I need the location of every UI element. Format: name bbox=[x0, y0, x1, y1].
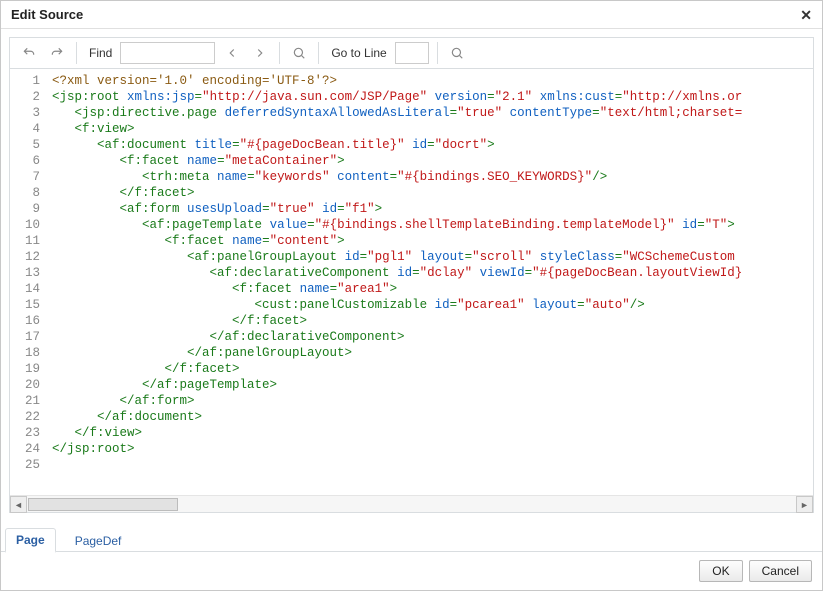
code-line[interactable]: </af:declarativeComponent> bbox=[52, 329, 813, 345]
code-line[interactable]: </af:document> bbox=[52, 409, 813, 425]
code-line[interactable]: <f:view> bbox=[52, 121, 813, 137]
line-number: 20 bbox=[10, 377, 40, 393]
find-prev-icon[interactable] bbox=[221, 42, 243, 64]
find-input[interactable] bbox=[120, 42, 215, 64]
dialog-title: Edit Source bbox=[11, 7, 800, 22]
line-number: 18 bbox=[10, 345, 40, 361]
line-number: 10 bbox=[10, 217, 40, 233]
line-number: 7 bbox=[10, 169, 40, 185]
edit-source-dialog: Edit Source ✕ Find Go to Lin bbox=[0, 0, 823, 591]
cancel-button[interactable]: Cancel bbox=[749, 560, 812, 582]
code-line[interactable]: <jsp:root xmlns:jsp="http://java.sun.com… bbox=[52, 89, 813, 105]
code-line[interactable] bbox=[52, 457, 813, 473]
line-number: 1 bbox=[10, 73, 40, 89]
code-line[interactable]: <af:form usesUpload="true" id="f1"> bbox=[52, 201, 813, 217]
line-number: 17 bbox=[10, 329, 40, 345]
horizontal-scrollbar[interactable]: ◄ ► bbox=[10, 495, 813, 512]
code-line[interactable]: <cust:panelCustomizable id="pcarea1" lay… bbox=[52, 297, 813, 313]
line-number: 13 bbox=[10, 265, 40, 281]
line-number: 4 bbox=[10, 121, 40, 137]
find-label: Find bbox=[89, 46, 112, 60]
line-number: 11 bbox=[10, 233, 40, 249]
code-line[interactable]: <af:declarativeComponent id="dclay" view… bbox=[52, 265, 813, 281]
separator bbox=[279, 42, 280, 64]
editor-panel: Find Go to Line 123456789101112131415161… bbox=[9, 37, 814, 513]
tab-pagedef[interactable]: PageDef bbox=[64, 529, 133, 552]
tab-bar: Page PageDef bbox=[1, 521, 822, 552]
goto-label: Go to Line bbox=[331, 46, 386, 60]
code-line[interactable]: <af:pageTemplate value="#{bindings.shell… bbox=[52, 217, 813, 233]
goto-line-input[interactable] bbox=[395, 42, 429, 64]
dialog-footer: OK Cancel bbox=[1, 552, 822, 590]
line-number: 24 bbox=[10, 441, 40, 457]
line-number: 2 bbox=[10, 89, 40, 105]
separator bbox=[437, 42, 438, 64]
scroll-left-icon[interactable]: ◄ bbox=[10, 496, 27, 513]
code-editor[interactable]: 1234567891011121314151617181920212223242… bbox=[10, 69, 813, 495]
line-number: 19 bbox=[10, 361, 40, 377]
code-line[interactable]: </af:panelGroupLayout> bbox=[52, 345, 813, 361]
code-line[interactable]: <jsp:directive.page deferredSyntaxAllowe… bbox=[52, 105, 813, 121]
search-icon[interactable] bbox=[288, 42, 310, 64]
code-line[interactable]: <af:panelGroupLayout id="pgl1" layout="s… bbox=[52, 249, 813, 265]
line-number: 15 bbox=[10, 297, 40, 313]
code-line[interactable]: <trh:meta name="keywords" content="#{bin… bbox=[52, 169, 813, 185]
line-number: 5 bbox=[10, 137, 40, 153]
line-gutter: 1234567891011121314151617181920212223242… bbox=[10, 69, 48, 495]
line-number: 16 bbox=[10, 313, 40, 329]
code-line[interactable]: <f:facet name="metaContainer"> bbox=[52, 153, 813, 169]
line-number: 9 bbox=[10, 201, 40, 217]
scroll-right-icon[interactable]: ► bbox=[796, 496, 813, 513]
line-number: 23 bbox=[10, 425, 40, 441]
line-number: 3 bbox=[10, 105, 40, 121]
code-line[interactable]: </f:facet> bbox=[52, 361, 813, 377]
ok-button[interactable]: OK bbox=[699, 560, 742, 582]
line-number: 14 bbox=[10, 281, 40, 297]
goto-search-icon[interactable] bbox=[446, 42, 468, 64]
code-line[interactable]: </af:form> bbox=[52, 393, 813, 409]
editor-toolbar: Find Go to Line bbox=[10, 38, 813, 69]
code-line[interactable]: </jsp:root> bbox=[52, 441, 813, 457]
line-number: 22 bbox=[10, 409, 40, 425]
redo-icon[interactable] bbox=[46, 42, 68, 64]
titlebar: Edit Source ✕ bbox=[1, 1, 822, 29]
line-number: 12 bbox=[10, 249, 40, 265]
separator bbox=[318, 42, 319, 64]
find-next-icon[interactable] bbox=[249, 42, 271, 64]
line-number: 21 bbox=[10, 393, 40, 409]
code-line[interactable]: </f:view> bbox=[52, 425, 813, 441]
code-line[interactable]: <?xml version='1.0' encoding='UTF-8'?> bbox=[52, 73, 813, 89]
code-line[interactable]: <af:document title="#{pageDocBean.title}… bbox=[52, 137, 813, 153]
line-number: 8 bbox=[10, 185, 40, 201]
code-line[interactable]: </f:facet> bbox=[52, 185, 813, 201]
scrollbar-thumb[interactable] bbox=[28, 498, 178, 511]
code-line[interactable]: <f:facet name="area1"> bbox=[52, 281, 813, 297]
code-line[interactable]: </af:pageTemplate> bbox=[52, 377, 813, 393]
tab-page[interactable]: Page bbox=[5, 528, 56, 553]
code-line[interactable]: <f:facet name="content"> bbox=[52, 233, 813, 249]
undo-icon[interactable] bbox=[18, 42, 40, 64]
close-icon[interactable]: ✕ bbox=[800, 8, 812, 22]
code-line[interactable]: </f:facet> bbox=[52, 313, 813, 329]
separator bbox=[76, 42, 77, 64]
line-number: 6 bbox=[10, 153, 40, 169]
code-area[interactable]: <?xml version='1.0' encoding='UTF-8'?><j… bbox=[48, 69, 813, 495]
line-number: 25 bbox=[10, 457, 40, 473]
